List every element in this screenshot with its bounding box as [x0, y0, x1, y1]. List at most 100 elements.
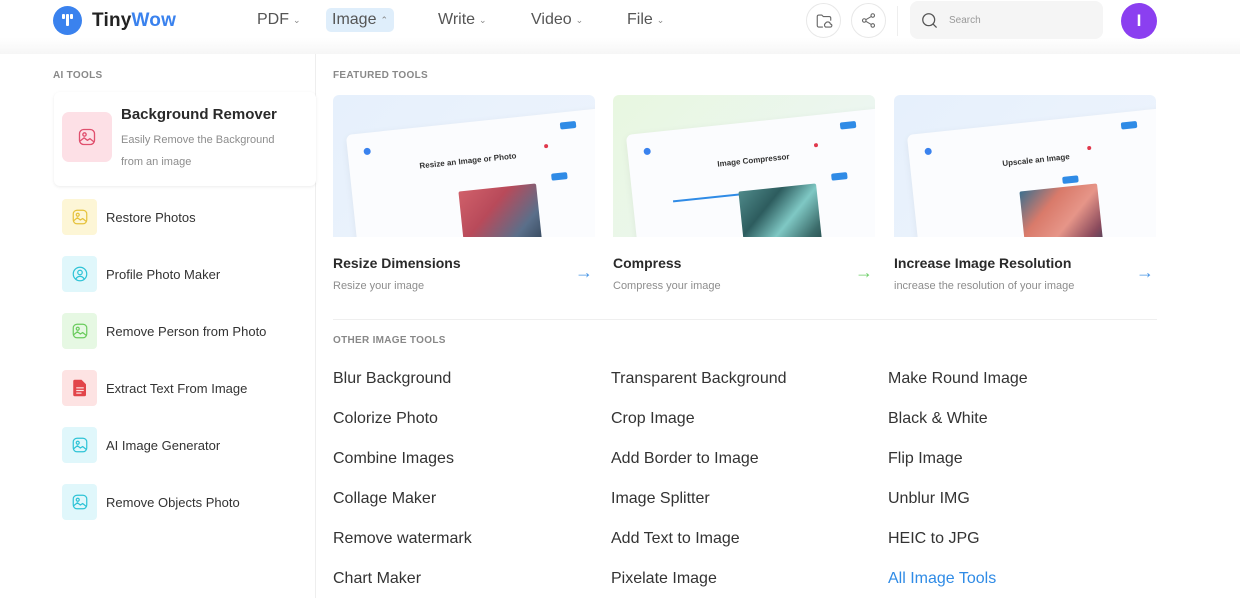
featured-tool-subtitle: Compress your image: [613, 280, 721, 292]
preview-mockup: Upscale an Image: [906, 107, 1156, 237]
featured-tools-heading: FEATURED TOOLS: [333, 70, 428, 81]
nav-pdf-label: PDF: [257, 11, 289, 28]
ai-tool-ai-image-generator[interactable]: AI Image Generator: [62, 427, 220, 463]
tool-link[interactable]: Pixelate Image: [611, 570, 717, 588]
ai-tool-remove-objects[interactable]: Remove Objects Photo: [62, 484, 240, 520]
ai-tool-profile-photo-maker[interactable]: Profile Photo Maker: [62, 256, 220, 292]
chevron-down-icon: ⌄: [575, 14, 584, 25]
ai-tool-label: AI Image Generator: [106, 437, 221, 453]
background-remover-description: Easily Remove the Background from an ima…: [121, 134, 275, 168]
ai-tool-restore-photos[interactable]: Restore Photos: [62, 199, 196, 235]
chevron-down-icon: ⌄: [479, 14, 487, 25]
tool-link[interactable]: Make Round Image: [888, 370, 1028, 388]
ai-tool-label: Remove Person from Photo: [106, 323, 267, 339]
ai-image-generator-icon-tile: [62, 427, 97, 463]
nav-write-label: Write: [438, 11, 476, 28]
tool-link[interactable]: Add Text to Image: [611, 530, 740, 548]
tool-link[interactable]: Add Border to Image: [611, 450, 759, 468]
image-icon: [72, 494, 87, 510]
ai-tool-label: Restore Photos: [106, 209, 196, 225]
featured-tool-resize[interactable]: Resize an Image or Photo Resize Dimensio…: [333, 95, 595, 292]
featured-tool-title: Increase Image Resolution: [894, 255, 1072, 271]
user-circle-icon: [72, 266, 87, 282]
share-button[interactable]: [851, 3, 886, 38]
remove-person-icon-tile: [62, 313, 97, 349]
other-image-tools-heading: OTHER IMAGE TOOLS: [333, 335, 446, 346]
featured-tool-compress[interactable]: Image Compressor Compress Compress your …: [613, 95, 875, 292]
ai-tool-remove-person[interactable]: Remove Person from Photo: [62, 313, 266, 349]
arrow-right-icon[interactable]: →: [855, 263, 873, 281]
preview-mockup: Resize an Image or Photo: [345, 107, 595, 237]
image-icon: [78, 128, 96, 146]
tool-link[interactable]: Transparent Background: [611, 370, 787, 388]
nav-pdf[interactable]: PDF ⌄: [251, 8, 307, 32]
user-avatar[interactable]: I: [1121, 3, 1157, 39]
ai-tool-label: Profile Photo Maker: [106, 266, 221, 282]
folder-cloud-icon: [816, 13, 832, 28]
extract-text-icon-tile: [62, 370, 97, 406]
image-icon: [72, 437, 87, 453]
image-icon: [72, 209, 87, 225]
nav-video-label: Video: [531, 11, 572, 28]
tool-link[interactable]: Unblur IMG: [888, 490, 970, 508]
document-icon: [72, 379, 86, 397]
nav-video[interactable]: Video ⌄: [525, 8, 589, 32]
arrow-right-icon[interactable]: →: [1136, 263, 1154, 281]
profile-photo-icon-tile: [62, 256, 97, 292]
background-remover-icon-tile: [62, 112, 112, 162]
preview-mockup: Image Compressor: [625, 107, 875, 237]
search-box[interactable]: [910, 1, 1103, 39]
tinywow-logo[interactable]: TinyWow: [53, 6, 176, 35]
all-image-tools-link[interactable]: All Image Tools: [888, 570, 996, 588]
tool-link[interactable]: Blur Background: [333, 370, 451, 388]
featured-tool-upscale[interactable]: Upscale an Image Increase Image Resoluti…: [894, 95, 1156, 292]
nav-image[interactable]: Image ⌃: [326, 8, 395, 32]
nav-image-label: Image: [332, 11, 377, 28]
preview-heading: Resize an Image or Photo: [419, 151, 517, 171]
tool-link[interactable]: Colorize Photo: [333, 410, 438, 428]
ai-tool-label: Remove Objects Photo: [106, 494, 240, 510]
remove-objects-icon-tile: [62, 484, 97, 520]
preview-heading: Image Compressor: [716, 152, 790, 169]
logo-text: TinyWow: [92, 10, 176, 32]
featured-tool-title: Resize Dimensions: [333, 255, 461, 271]
background-remover-title: Background Remover: [121, 106, 277, 123]
preview-heading: Upscale an Image: [1001, 152, 1071, 169]
arrow-right-icon[interactable]: →: [575, 263, 593, 281]
featured-tool-title: Compress: [613, 255, 682, 271]
tool-link[interactable]: Remove watermark: [333, 530, 472, 548]
tool-link[interactable]: Combine Images: [333, 450, 454, 468]
search-icon: [922, 12, 937, 28]
chevron-up-icon: ⌃: [380, 14, 389, 25]
nav-file-label: File: [627, 11, 653, 28]
tool-link[interactable]: HEIC to JPG: [888, 530, 980, 548]
restore-photos-icon-tile: [62, 199, 97, 235]
nav-write[interactable]: Write ⌄: [432, 8, 493, 32]
upscale-preview-image: Upscale an Image: [894, 95, 1156, 237]
share-icon: [861, 13, 876, 28]
logo-text-wow: Wow: [131, 9, 177, 31]
tool-link[interactable]: Collage Maker: [333, 490, 436, 508]
logo-icon: [53, 6, 82, 35]
tool-link[interactable]: Chart Maker: [333, 570, 421, 588]
resize-preview-image: Resize an Image or Photo: [333, 95, 595, 237]
featured-tool-subtitle: increase the resolution of your image: [894, 280, 1075, 292]
chevron-down-icon: ⌄: [293, 14, 301, 25]
image-icon: [72, 323, 87, 339]
ai-tools-heading: AI TOOLS: [53, 70, 103, 81]
ai-tool-extract-text[interactable]: Extract Text From Image: [62, 370, 247, 406]
search-input[interactable]: [949, 14, 1089, 26]
featured-tool-subtitle: Resize your image: [333, 280, 425, 292]
section-divider: [333, 319, 1157, 320]
background-remover-card[interactable]: Background Remover Easily Remove the Bac…: [54, 92, 316, 186]
tool-link[interactable]: Black & White: [888, 410, 988, 428]
nav-file[interactable]: File ⌄: [621, 8, 670, 32]
my-files-button[interactable]: [806, 3, 841, 38]
compress-preview-image: Image Compressor: [613, 95, 875, 237]
tool-link[interactable]: Crop Image: [611, 410, 695, 428]
tool-link[interactable]: Flip Image: [888, 450, 963, 468]
ai-tools-panel: AI TOOLS Background Remover Easily Remov…: [0, 54, 316, 598]
top-nav-bar: TinyWow PDF ⌄ Image ⌃ Write ⌄ Video ⌄ Fi…: [0, 0, 1240, 54]
tool-link[interactable]: Image Splitter: [611, 490, 710, 508]
chevron-down-icon: ⌄: [656, 14, 665, 25]
